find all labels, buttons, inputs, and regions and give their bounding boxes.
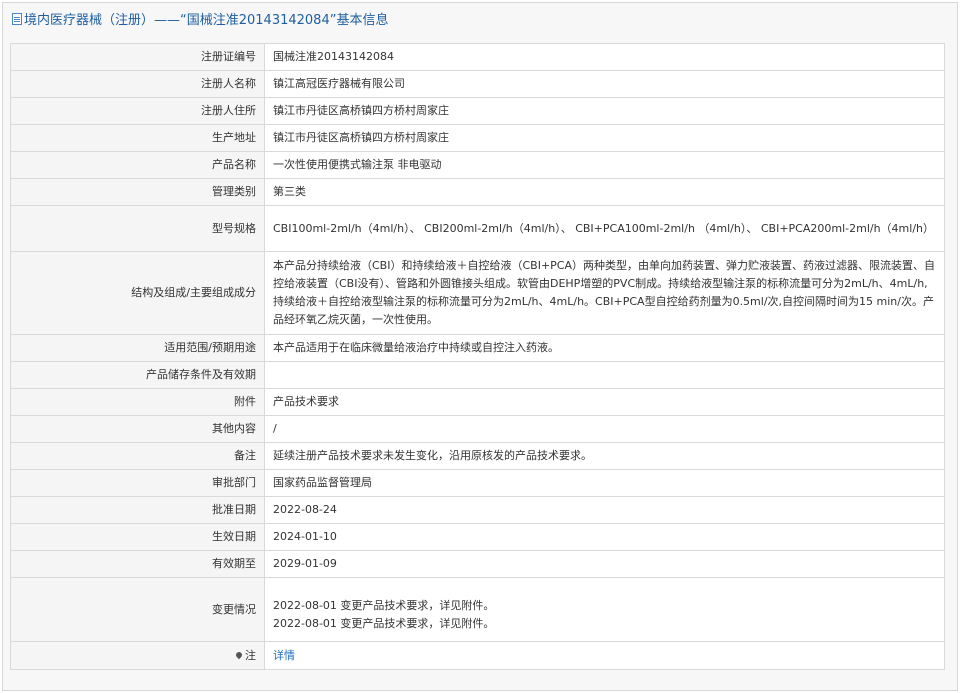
table-row: 批准日期 2022-08-24 [10,496,945,524]
row-label: 附件 [10,388,265,416]
page-title: 境内医疗器械（注册）——“国械注准20143142084”基本信息 [24,13,389,28]
row-value: 产品技术要求 [264,388,945,416]
row-value: 本产品适用于在临床微量给液治疗中持续或自控注入药液。 [264,334,945,362]
table-row: 结构及组成/主要组成成分 本产品分持续给液（CBI）和持续给液＋自控给液（CBI… [10,251,945,335]
row-value: 镇江市丹徒区高桥镇四方桥村周家庄 [264,124,945,152]
row-label: 产品名称 [10,151,265,179]
change-entry: 2022-08-01 变更产品技术要求，详见附件。 [273,616,495,630]
note-label: 注 [245,648,256,662]
table-row: 备注 延续注册产品技术要求未发生变化，沿用原核发的产品技术要求。 [10,442,945,470]
row-label: 结构及组成/主要组成成分 [10,251,265,335]
change-entry: 2022-08-01 变更产品技术要求，详见附件。 [273,598,495,612]
row-value: 镇江高冠医疗器械有限公司 [264,70,945,98]
note-label-cell: 注 [10,641,265,670]
row-value: / [264,415,945,443]
panel-header: 境内医疗器械（注册）——“国械注准20143142084”基本信息 [3,3,957,39]
document-icon [12,13,22,25]
pin-icon [234,650,244,659]
row-value: 本产品分持续给液（CBI）和持续给液＋自控给液（CBI+PCA）两种类型，由单向… [264,251,945,335]
row-value: 国械注准20143142084 [264,43,945,71]
row-label: 注册证编号 [10,43,265,71]
table-row: 有效期至 2029-01-09 [10,550,945,578]
row-value: 2029-01-09 [264,550,945,578]
row-label: 注册人住所 [10,97,265,125]
row-value: 2024-01-10 [264,523,945,551]
table-row: 注册人名称 镇江高冠医疗器械有限公司 [10,70,945,98]
row-label: 型号规格 [10,205,265,252]
table-row: 注册人住所 镇江市丹徒区高桥镇四方桥村周家庄 [10,97,945,125]
details-link[interactable]: 详情 [273,649,295,662]
table-row: 其他内容 / [10,415,945,443]
info-table: 注册证编号 国械注准20143142084 注册人名称 镇江高冠医疗器械有限公司… [10,43,945,670]
change-value: 2022-08-01 变更产品技术要求，详见附件。 2022-08-01 变更产… [264,577,945,642]
row-value [264,361,945,389]
row-value: 第三类 [264,178,945,206]
table-row: 生效日期 2024-01-10 [10,523,945,551]
note-row: 注 详情 [10,641,945,670]
row-label: 备注 [10,442,265,470]
row-value: 2022-08-24 [264,496,945,524]
change-row: 变更情况 2022-08-01 变更产品技术要求，详见附件。 2022-08-0… [10,577,945,642]
change-label: 变更情况 [10,577,265,642]
row-label: 有效期至 [10,550,265,578]
table-row: 产品名称 一次性使用便携式输注泵 非电驱动 [10,151,945,179]
row-value: 延续注册产品技术要求未发生变化，沿用原核发的产品技术要求。 [264,442,945,470]
row-label: 审批部门 [10,469,265,497]
row-label: 注册人名称 [10,70,265,98]
row-label: 其他内容 [10,415,265,443]
row-value: 国家药品监督管理局 [264,469,945,497]
table-row: 型号规格 CBI100ml-2ml/h（4ml/h）、 CBI200ml-2ml… [10,205,945,252]
table-row: 管理类别 第三类 [10,178,945,206]
note-value: 详情 [264,641,945,670]
table-row: 注册证编号 国械注准20143142084 [10,43,945,71]
table-row: 产品储存条件及有效期 [10,361,945,389]
row-label: 批准日期 [10,496,265,524]
table-row: 审批部门 国家药品监督管理局 [10,469,945,497]
row-label: 生产地址 [10,124,265,152]
row-value: 镇江市丹徒区高桥镇四方桥村周家庄 [264,97,945,125]
row-value: CBI100ml-2ml/h（4ml/h）、 CBI200ml-2ml/h（4m… [264,205,945,252]
row-label: 适用范围/预期用途 [10,334,265,362]
table-row: 生产地址 镇江市丹徒区高桥镇四方桥村周家庄 [10,124,945,152]
table-row: 附件 产品技术要求 [10,388,945,416]
row-label: 管理类别 [10,178,265,206]
table-row: 适用范围/预期用途 本产品适用于在临床微量给液治疗中持续或自控注入药液。 [10,334,945,362]
row-value: 一次性使用便携式输注泵 非电驱动 [264,151,945,179]
row-label: 产品储存条件及有效期 [10,361,265,389]
row-label: 生效日期 [10,523,265,551]
